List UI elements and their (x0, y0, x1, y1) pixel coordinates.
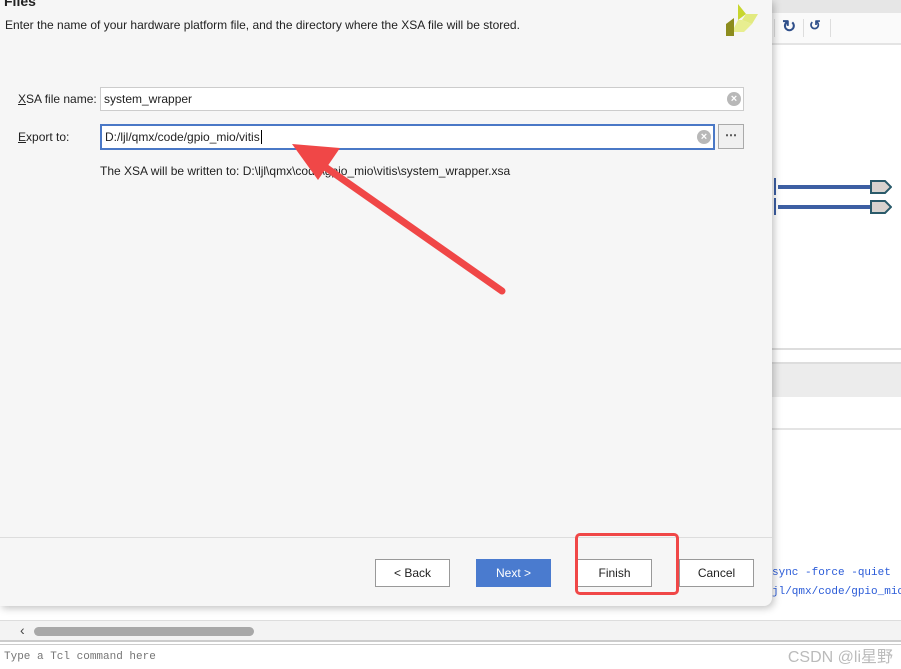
finish-highlight-box (575, 533, 679, 595)
red-arrow-annotation (292, 144, 506, 295)
